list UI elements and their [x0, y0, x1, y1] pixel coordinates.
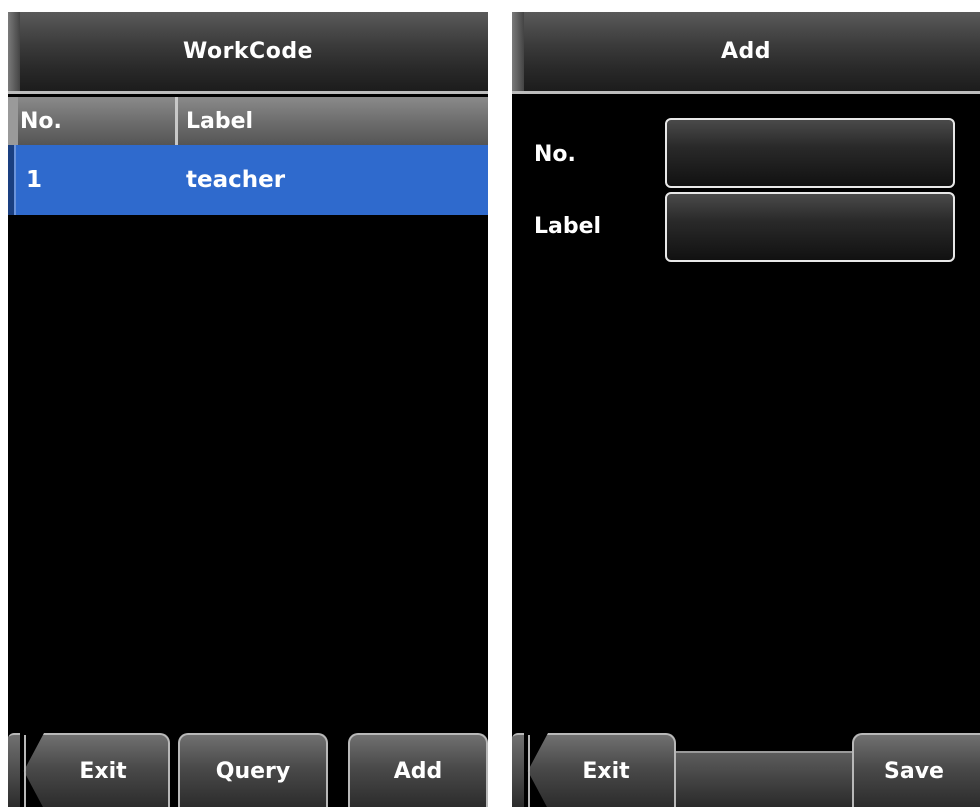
workcode-title-bar: WorkCode [8, 12, 488, 94]
toolbar-spacer [676, 751, 852, 807]
table-header: No. Label [8, 97, 488, 145]
add-button[interactable]: Add [348, 733, 488, 807]
query-button[interactable]: Query [178, 733, 328, 807]
column-header-label[interactable]: Label [178, 97, 488, 145]
workcode-title: WorkCode [182, 39, 313, 64]
save-button[interactable]: Save [852, 733, 980, 807]
label-input[interactable] [665, 192, 955, 262]
selection-indicator [8, 145, 16, 215]
workcode-panel: WorkCode No. Label 1 teacher Exit Query … [8, 12, 488, 807]
workcode-toolbar: Exit Query Add [8, 731, 488, 807]
add-title: Add [720, 39, 772, 64]
column-header-no[interactable]: No. [8, 97, 178, 145]
row-label: teacher [186, 167, 286, 193]
label-field-label: Label [534, 214, 602, 239]
table-row[interactable]: 1 teacher [8, 145, 488, 215]
no-input[interactable] [665, 118, 955, 188]
add-panel: Add No. Label Exit Save [512, 12, 980, 807]
row-no: 1 [26, 167, 43, 193]
no-field-label: No. [534, 142, 576, 167]
add-toolbar: Exit Save [512, 731, 980, 807]
exit-button[interactable]: Exit [22, 733, 170, 807]
exit-button[interactable]: Exit [526, 733, 676, 807]
add-title-bar: Add [512, 12, 980, 94]
